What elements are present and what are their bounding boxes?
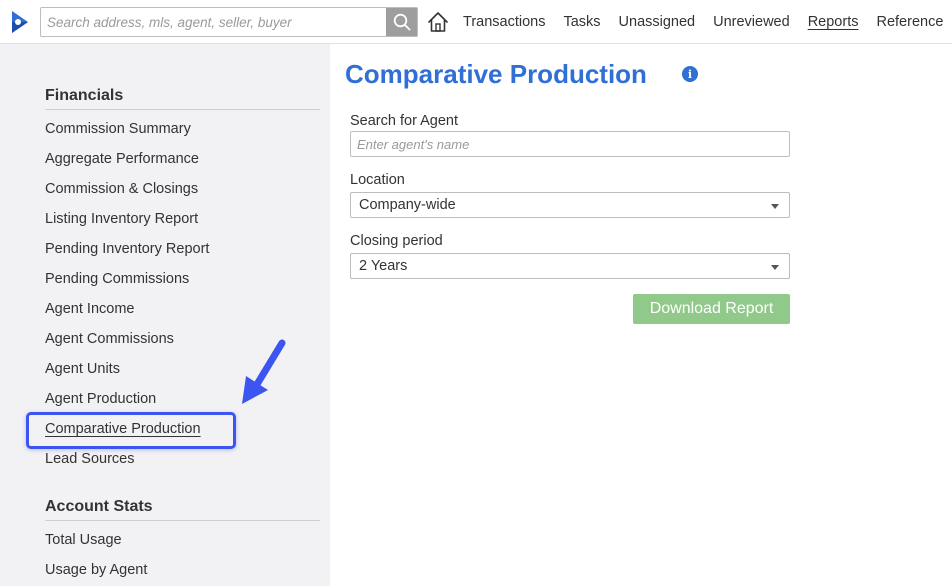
section-divider: [45, 109, 320, 110]
sidebar-item-total-usage[interactable]: Total Usage: [45, 532, 122, 548]
sidebar-item-commission-summary[interactable]: Commission Summary: [45, 121, 191, 137]
sidebar-item-agent-commissions[interactable]: Agent Commissions: [45, 331, 174, 347]
sidebar-item-aggregate-performance[interactable]: Aggregate Performance: [45, 151, 199, 167]
app-logo-icon[interactable]: [8, 9, 32, 35]
report-panel: Comparative Production i Search for Agen…: [330, 44, 952, 586]
sidebar-item-agent-income[interactable]: Agent Income: [45, 301, 134, 317]
section-title-financials: Financials: [45, 87, 124, 104]
sidebar-item-listing-inventory[interactable]: Listing Inventory Report: [45, 211, 198, 227]
sidebar-item-commission-closings[interactable]: Commission & Closings: [45, 181, 198, 197]
chevron-down-icon: [771, 265, 779, 270]
search-icon: [393, 13, 410, 31]
agent-search-input[interactable]: [350, 131, 790, 157]
sidebar-item-usage-by-agent[interactable]: Usage by Agent: [45, 562, 147, 578]
closing-period-label: Closing period: [350, 233, 443, 249]
main-nav: Transactions Tasks Unassigned Unreviewed…: [463, 0, 952, 44]
sidebar-item-agent-production[interactable]: Agent Production: [45, 391, 156, 407]
section-title-account-stats: Account Stats: [45, 498, 153, 515]
location-select[interactable]: Company-wide: [350, 192, 790, 218]
closing-period-select-value: 2 Years: [359, 258, 408, 274]
location-select-value: Company-wide: [359, 197, 456, 213]
nav-reports[interactable]: Reports: [808, 14, 859, 30]
page-title: Comparative Production: [345, 59, 647, 89]
nav-tasks[interactable]: Tasks: [563, 14, 600, 30]
section-divider: [45, 520, 320, 521]
info-icon[interactable]: i: [682, 66, 698, 82]
nav-unassigned[interactable]: Unassigned: [619, 14, 696, 30]
pointer-arrow-icon: [242, 339, 286, 404]
location-label: Location: [350, 172, 405, 188]
nav-transactions[interactable]: Transactions: [463, 14, 545, 30]
highlight-box: [26, 412, 236, 449]
sidebar-item-pending-inventory[interactable]: Pending Inventory Report: [45, 241, 209, 257]
agent-search-label: Search for Agent: [350, 113, 459, 129]
reports-sidebar: Financials Commission Summary Aggregate …: [0, 44, 330, 586]
global-search: [40, 7, 418, 37]
top-bar: Transactions Tasks Unassigned Unreviewed…: [0, 0, 952, 44]
closing-period-select[interactable]: 2 Years: [350, 253, 790, 279]
chevron-down-icon: [771, 204, 779, 209]
search-button[interactable]: [386, 8, 417, 36]
sidebar-item-pending-commissions[interactable]: Pending Commissions: [45, 271, 189, 287]
download-report-button[interactable]: Download Report: [633, 294, 790, 324]
global-search-input[interactable]: [41, 8, 387, 36]
sidebar-item-agent-units[interactable]: Agent Units: [45, 361, 120, 377]
nav-unreviewed[interactable]: Unreviewed: [713, 14, 790, 30]
sidebar-item-lead-sources[interactable]: Lead Sources: [45, 451, 134, 467]
nav-reference[interactable]: Reference: [876, 14, 943, 30]
home-icon[interactable]: [427, 11, 449, 33]
